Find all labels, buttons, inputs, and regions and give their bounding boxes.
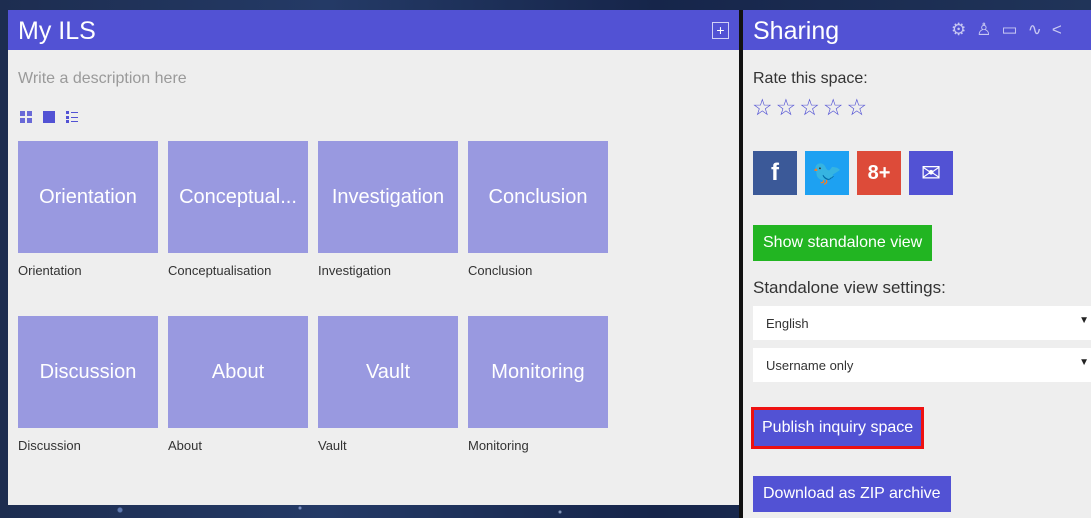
tile-caption: Investigation (318, 263, 391, 278)
language-select[interactable]: English ▼ (753, 306, 1091, 340)
share-icon[interactable]: < (1052, 21, 1062, 39)
tile-label[interactable]: Discussion (18, 316, 158, 428)
sharing-panel: Sharing ⚙ ♙ ▭ ∿ < Rate this space: ☆ ☆ ☆… (743, 10, 1091, 518)
publish-button[interactable]: Publish inquiry space (751, 407, 925, 449)
grid-view-icon[interactable] (20, 111, 32, 123)
show-standalone-button[interactable]: Show standalone view (753, 225, 933, 261)
tile-caption: Discussion (18, 438, 81, 453)
facebook-icon[interactable]: f (753, 151, 797, 195)
activity-icon[interactable]: ∿ (1028, 21, 1042, 39)
star-icon[interactable]: ☆ (799, 94, 820, 121)
tile-caption: Conclusion (468, 263, 533, 278)
tile-label[interactable]: Conceptual... (168, 141, 308, 253)
standalone-settings-label: Standalone view settings: (753, 278, 946, 297)
view-toggles (20, 111, 78, 123)
tile-conceptualisation[interactable]: Conceptual... Conceptualisation (168, 141, 308, 278)
tile-view-icon[interactable] (43, 111, 55, 123)
star-rating: ☆ ☆ ☆ ☆ ☆ (752, 94, 867, 121)
dropdown-arrow-icon: ▼ (1079, 357, 1089, 368)
tile-about[interactable]: About About (168, 316, 308, 453)
tile-label[interactable]: Investigation (318, 141, 458, 253)
star-icon[interactable]: ☆ (752, 94, 773, 121)
sharing-header: Sharing ⚙ ♙ ▭ ∿ < (743, 10, 1091, 50)
description-field[interactable]: Write a description here (18, 70, 187, 88)
plus-square-icon[interactable]: + (712, 22, 729, 39)
tile-label[interactable]: Conclusion (468, 141, 608, 253)
sharing-title: Sharing (753, 17, 840, 45)
download-zip-button[interactable]: Download as ZIP archive (753, 476, 951, 512)
tile-investigation[interactable]: Investigation Investigation (318, 141, 458, 278)
ils-panel: My ILS + Write a description here Orient… (8, 10, 739, 505)
tile-vault[interactable]: Vault Vault (318, 316, 458, 453)
tile-orientation[interactable]: Orientation Orientation (18, 141, 158, 278)
chat-icon[interactable]: ▭ (1002, 21, 1018, 39)
rate-label: Rate this space: (753, 70, 868, 87)
tile-discussion[interactable]: Discussion Discussion (18, 316, 158, 453)
user-display-select[interactable]: Username only ▼ (753, 348, 1091, 382)
panel-title: My ILS (18, 17, 96, 45)
google-plus-icon[interactable]: 8+ (857, 151, 901, 195)
social-share-buttons: f 🐦 8+ ✉ (753, 151, 953, 195)
language-select-value: English (766, 316, 809, 331)
tile-label[interactable]: Orientation (18, 141, 158, 253)
twitter-icon[interactable]: 🐦 (805, 151, 849, 195)
tile-caption: Vault (318, 438, 347, 453)
list-view-icon[interactable] (66, 111, 78, 123)
dropdown-arrow-icon: ▼ (1079, 315, 1089, 326)
header-icons: ⚙ ♙ ▭ ∿ < (951, 21, 1062, 39)
tile-label[interactable]: Vault (318, 316, 458, 428)
tile-label[interactable]: About (168, 316, 308, 428)
star-icon[interactable]: ☆ (776, 94, 797, 121)
user-display-select-value: Username only (766, 358, 854, 373)
settings-icon[interactable]: ⚙ (951, 21, 966, 39)
star-icon[interactable]: ☆ (823, 94, 844, 121)
tile-caption: Monitoring (468, 438, 529, 453)
tile-caption: Conceptualisation (168, 263, 272, 278)
tile-conclusion[interactable]: Conclusion Conclusion (468, 141, 608, 278)
tile-caption: Orientation (18, 263, 82, 278)
email-icon[interactable]: ✉ (909, 151, 953, 195)
tile-caption: About (168, 438, 202, 453)
star-icon[interactable]: ☆ (847, 94, 868, 121)
user-icon[interactable]: ♙ (976, 21, 991, 39)
ils-header: My ILS + (8, 10, 739, 50)
tile-monitoring[interactable]: Monitoring Monitoring (468, 316, 608, 453)
tile-label[interactable]: Monitoring (468, 316, 608, 428)
